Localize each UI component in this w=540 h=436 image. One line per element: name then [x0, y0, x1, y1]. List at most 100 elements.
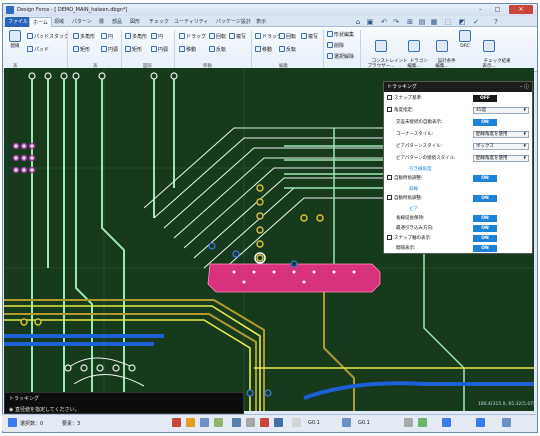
collapse-icon[interactable]	[387, 175, 392, 180]
zoom-icon[interactable]	[232, 418, 241, 427]
panel-row-auto: 交差未接続の自動表示: ON	[387, 118, 530, 128]
tab-package[interactable]: パッケージ設計	[213, 17, 254, 27]
select-icon[interactable]	[8, 418, 17, 427]
drc-button[interactable]: DRC	[457, 30, 473, 49]
polygon-icon	[73, 33, 79, 39]
tab-layer[interactable]: 層	[96, 17, 107, 27]
check-icon[interactable]: ✓	[471, 17, 481, 27]
drag2-button[interactable]: ドラッグ	[255, 33, 282, 40]
expand-icon[interactable]	[476, 418, 485, 427]
tab-region[interactable]: 領域	[51, 17, 67, 27]
drag-button[interactable]: ドラッグ	[179, 33, 206, 40]
move2-button[interactable]: 移動	[255, 46, 272, 53]
settings-icon[interactable]	[274, 418, 283, 427]
panel-row-extend: 長線延長保持: ON	[387, 214, 530, 224]
layer-icon[interactable]	[246, 418, 255, 427]
redo-icon[interactable]: ↷	[391, 17, 401, 27]
undo-icon[interactable]: ↶	[379, 17, 389, 27]
drag-icon	[179, 33, 185, 39]
circle-label: 円	[108, 34, 114, 40]
corner-dropdown[interactable]: 配線角度を使用	[473, 131, 529, 138]
status-grid-2[interactable]: G0.1	[358, 420, 370, 426]
stop-icon[interactable]	[172, 418, 181, 427]
polygon-button[interactable]: 多角形	[73, 33, 95, 40]
collapse-icon[interactable]	[387, 107, 392, 112]
grid-icon[interactable]	[292, 418, 301, 427]
rect-button[interactable]: 矩形	[73, 46, 90, 53]
copy-button[interactable]: 複写	[301, 33, 318, 40]
arc-button[interactable]: 円弧	[101, 46, 118, 53]
rotate-icon	[279, 33, 285, 39]
spacing-toggle[interactable]: ON	[473, 245, 497, 252]
save-icon[interactable]: ▣	[365, 17, 375, 27]
status-grid[interactable]: G0.1	[308, 420, 320, 426]
maximize-button[interactable]: □	[490, 5, 505, 14]
record-icon[interactable]	[260, 418, 269, 427]
display-icon[interactable]	[404, 418, 413, 427]
pad-stack-label: パッドスタック	[34, 34, 70, 40]
tab-pattern[interactable]: パターン	[69, 17, 95, 27]
snap-icon[interactable]	[342, 418, 351, 427]
auto-adjust-toggle[interactable]: ON	[473, 175, 497, 182]
highlight-icon[interactable]: ◩	[457, 17, 467, 27]
connect-label: 配線	[10, 44, 20, 49]
select-icon[interactable]: ⬚	[443, 17, 453, 27]
circle-button[interactable]: 円	[101, 33, 113, 40]
pad-stack-button[interactable]: パッドスタック	[27, 33, 69, 40]
tab-parts[interactable]: 部品	[109, 17, 125, 27]
tab-figure[interactable]: 図形	[127, 17, 143, 27]
move-button[interactable]: 移動	[179, 46, 196, 53]
via-dropdown[interactable]: ボックス	[473, 143, 529, 150]
angle-dropdown[interactable]: 45度	[473, 107, 529, 114]
auto-adjust-2-toggle[interactable]: ON	[473, 195, 497, 202]
pad-icon	[27, 46, 33, 52]
shape-edit-button[interactable]: 形状編集	[327, 31, 354, 38]
rotate-button[interactable]: 回転	[209, 33, 226, 40]
mirror-button[interactable]: 反転	[209, 46, 226, 53]
mirror2-label: 反転	[286, 47, 297, 53]
tab-utility[interactable]: ユーティリティ	[171, 17, 211, 27]
polygon-icon	[125, 33, 131, 39]
tab-home[interactable]: ホーム	[29, 17, 52, 27]
via-conn-dropdown[interactable]: 配線角度を使用	[473, 155, 529, 162]
auto-toggle[interactable]: ON	[473, 119, 497, 126]
tab-view[interactable]: 表示	[253, 17, 269, 27]
arc2-button[interactable]: 円弧	[151, 46, 168, 53]
grid-icon[interactable]: ▦	[429, 17, 439, 27]
layer-toggle-icon[interactable]	[418, 418, 427, 427]
snap-toggle[interactable]: OFF	[473, 95, 497, 102]
warning-icon[interactable]	[186, 418, 195, 427]
home-icon[interactable]: ⌂	[353, 17, 363, 27]
route-icon[interactable]	[214, 418, 223, 427]
layout-icon[interactable]: ▤	[417, 17, 427, 27]
extend-toggle[interactable]: ON	[473, 215, 497, 222]
tab-file[interactable]: ファイル	[5, 17, 32, 27]
mirror2-button[interactable]: 反転	[279, 46, 296, 53]
snap-axis-toggle[interactable]: ON	[473, 235, 497, 242]
rotate2-button[interactable]: 回転	[279, 33, 296, 40]
minimize-button[interactable]: –	[473, 5, 488, 14]
panel-close-icon[interactable]: – ⓘ	[520, 82, 529, 92]
connect-button[interactable]: 配線	[7, 30, 23, 49]
help-icon[interactable]	[502, 418, 511, 427]
transfer-button[interactable]: 複写	[229, 33, 246, 40]
close-button[interactable]: ✕	[509, 5, 533, 14]
delete-button[interactable]: 削除	[327, 42, 344, 49]
tab-check[interactable]: チェック	[146, 17, 172, 27]
circle2-button[interactable]: 円	[151, 33, 163, 40]
collapse-icon[interactable]	[387, 95, 392, 100]
polygon2-button[interactable]: 多角形	[125, 33, 147, 40]
view-icon[interactable]: ⊞	[405, 17, 415, 27]
panel-row-angle: 角度指定: 45度	[387, 106, 530, 116]
collapse-icon[interactable]	[387, 235, 392, 240]
direction-toggle[interactable]: ON	[473, 225, 497, 232]
rect-icon	[73, 46, 79, 52]
hint-title: トラッキング	[9, 396, 39, 402]
select-clear-button[interactable]: 選択解除	[327, 53, 354, 60]
help-icon[interactable]: ?	[491, 17, 501, 27]
pad-button[interactable]: パッド	[27, 46, 49, 53]
window-icon[interactable]	[442, 418, 451, 427]
rect2-button[interactable]: 矩形	[125, 46, 142, 53]
pointer-icon[interactable]	[200, 418, 209, 427]
collapse-icon[interactable]	[387, 195, 392, 200]
